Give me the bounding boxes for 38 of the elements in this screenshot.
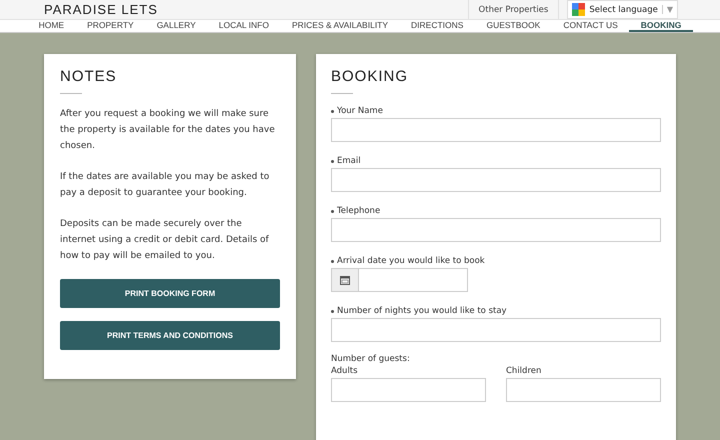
nav-link[interactable]: LOCAL INFO <box>207 20 280 32</box>
notes-paragraph: Deposits can be made securely over the internet using a credit or debit card. Details of how to pay will be emailed to you. <box>60 218 270 263</box>
print-button[interactable]: PRINT BOOKING FORM <box>60 279 280 308</box>
nav-link[interactable]: PRICES & AVAILABILITY <box>280 20 400 32</box>
print-button[interactable]: PRINT TERMS AND CONDITIONS <box>60 321 280 350</box>
google-logo-icon <box>572 3 586 16</box>
language-select[interactable]: Select language ▼ <box>567 0 678 19</box>
nav-link[interactable]: DIRECTIONS <box>400 20 475 32</box>
input-field[interactable] <box>331 168 661 192</box>
date-input-field[interactable] <box>358 268 468 292</box>
field-label: Adults <box>331 366 359 376</box>
field-label: Telephone <box>337 206 380 216</box>
calendar-icon <box>340 275 350 285</box>
field-label: Your Name <box>337 106 383 116</box>
field-label: Children <box>506 366 542 376</box>
booking-title: BOOKING <box>331 68 410 85</box>
field-label: Number of guests: <box>331 354 410 364</box>
notes-title: NOTES <box>60 68 118 85</box>
nav-link[interactable]: BOOKING <box>629 20 693 32</box>
site-logo-text[interactable]: PARADISE LETS <box>44 2 158 17</box>
language-label: Select language <box>589 4 658 14</box>
field-label: Number of nights you would like to stay <box>337 306 507 316</box>
nav-link[interactable]: HOME <box>27 20 76 32</box>
field-label: Arrival date you would like to book <box>337 256 485 266</box>
nav-link[interactable]: GUESTBOOK <box>474 20 552 32</box>
input-field[interactable] <box>331 118 661 142</box>
notes-paragraph: After you request a booking we will make sure the property is available for the dates you have chosen. <box>60 108 276 153</box>
nav-link[interactable]: PROPERTY <box>76 20 146 32</box>
input-field[interactable] <box>331 378 486 402</box>
other-properties-link[interactable]: Other Properties <box>468 0 560 19</box>
notes-paragraph: If the dates are available you may be asked to pay a deposit to guarantee your booking. <box>60 171 270 200</box>
input-field[interactable] <box>331 318 661 342</box>
field-label: Email <box>337 156 361 166</box>
input-field[interactable] <box>506 378 661 402</box>
nav-link[interactable]: GALLERY <box>145 20 208 32</box>
nav-link[interactable]: CONTACT US <box>552 20 630 32</box>
calendar-button[interactable] <box>331 268 358 292</box>
input-field[interactable] <box>331 218 661 242</box>
